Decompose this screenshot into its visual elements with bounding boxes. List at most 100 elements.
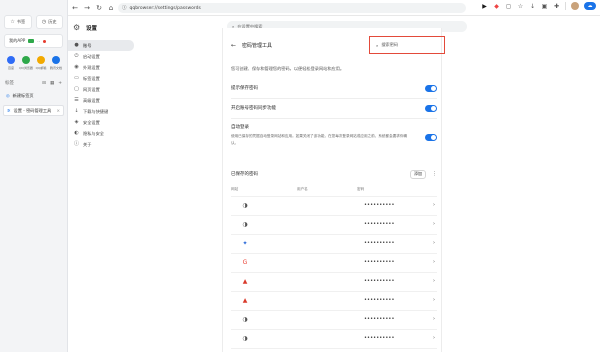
bookmarks-button[interactable]: ☆ 书签	[4, 15, 32, 29]
table-row[interactable]: G •••••••••• ›	[231, 253, 437, 271]
masked-password: ••••••••••	[364, 202, 395, 208]
table-row[interactable]: ✦ •••••••••• ›	[231, 234, 437, 252]
app-shortcut[interactable]: QQ邮箱	[35, 56, 47, 70]
saved-passwords-title: 已保存的密码	[231, 172, 258, 177]
chevron-right-icon[interactable]: ›	[433, 221, 435, 227]
masked-password: ••••••••••	[364, 297, 395, 303]
auto-signin-description: 使用已保存的凭据自动登录网站和应用。如果关闭了该功能，在您每次登录网站或应用之前…	[231, 134, 408, 145]
nav-item-security[interactable]: ◈ 安全设置	[68, 117, 134, 128]
password-manager-title: 密码管理工具	[242, 42, 273, 49]
chevron-right-icon[interactable]: ›	[433, 297, 435, 303]
tab-new-tab[interactable]: ◎ 新建标签页	[3, 90, 64, 101]
panel-top-buttons: ☆ 书签 ◷ 历史	[0, 0, 67, 29]
nav-label: 网页设置	[83, 86, 100, 92]
nav-label: 安全设置	[83, 119, 100, 125]
sync-toggle[interactable]	[425, 104, 437, 112]
chevron-right-icon[interactable]: ›	[433, 335, 435, 341]
nav-item-appearance[interactable]: ◉ 外观设置	[68, 62, 134, 73]
extension-icon[interactable]: ▶	[481, 3, 488, 10]
password-manager-panel: ← 密码管理工具 ⌕ 搜索密码 您可创建、保存和管理您的密码，以便轻松登录网站和…	[222, 28, 445, 352]
new-tab-favicon-icon: ◎	[6, 93, 10, 98]
globe-icon: ◑	[242, 202, 248, 209]
globe-icon: ◑	[242, 316, 248, 323]
masked-password: ••••••••••	[364, 259, 395, 265]
new-tab-icon[interactable]: +	[58, 81, 62, 86]
vertical-tab-panel: ☆ 书签 ◷ 历史 我的APP ·· 百度 QQ浏览器 QQ邮箱 腾讯文档 标签…	[0, 0, 68, 352]
app-shortcut[interactable]: 百度	[5, 56, 17, 70]
nav-label: 启动设置	[83, 53, 100, 59]
more-options-icon[interactable]: ⋮	[432, 171, 437, 177]
reader-icon[interactable]: ◻	[505, 3, 512, 10]
chevron-right-icon[interactable]: ›	[433, 259, 435, 265]
web-icon: ▢	[74, 86, 79, 92]
table-row[interactable]: ◑••••••••••›	[231, 348, 437, 352]
forward-arrow-icon[interactable]: →	[82, 4, 92, 12]
nav-item-web[interactable]: ▢ 网页设置	[68, 84, 134, 95]
chevron-right-icon[interactable]: ›	[433, 202, 435, 208]
nav-item-privacy[interactable]: ◐ 隐私与安全	[68, 128, 134, 139]
tab-group-icon[interactable]: ⊟	[42, 81, 46, 86]
column-username: 用户名	[297, 187, 308, 191]
history-button[interactable]: ◷ 历史	[35, 15, 63, 29]
avatar[interactable]	[571, 2, 579, 10]
address-bar[interactable]: ⓘ qqbrowser://settings/passwords	[118, 3, 466, 13]
password-description: 您可创建、保存和管理您的密码，以便轻松登录网站和应用。	[231, 66, 345, 71]
table-row[interactable]: ◑••••••••••›	[231, 215, 437, 233]
auto-signin-block: 自动登录 使用已保存的凭据自动登录网站和应用。如果关闭了该功能，在您每次登录网站…	[231, 124, 437, 147]
tools-icon[interactable]: ▣	[541, 3, 548, 10]
star-icon: ☆	[10, 19, 15, 25]
translate-icon[interactable]: ◆	[493, 3, 500, 10]
nav-item-downloads[interactable]: ↓ 下载与快捷键	[68, 106, 134, 117]
sync-row: 开启账号密码同步功能	[231, 102, 437, 114]
app-label: 腾讯文档	[50, 66, 63, 70]
tab-grid-icon[interactable]: ▦	[50, 81, 54, 86]
saved-passwords-header: 已保存的密码 添加 ⋮	[231, 167, 437, 181]
puzzle-icon[interactable]: ✚	[553, 3, 560, 10]
app-shortcut[interactable]: 腾讯文档	[50, 56, 62, 70]
settings-nav: ● 账号 ⏻ 启动设置 ◉ 外观设置 ▭ 标签设置 ▢ 网页设置 ☰ 高级设置 ↓ 下载与快捷…	[68, 40, 134, 352]
password-search-input[interactable]: ⌕ 搜索密码	[369, 36, 445, 54]
offer-save-label: 提示保存密码	[231, 86, 258, 91]
google-icon: G	[242, 259, 248, 266]
download-icon[interactable]: ↓	[529, 3, 536, 10]
home-icon[interactable]: ⌂	[106, 4, 116, 12]
power-icon: ⏻	[74, 53, 79, 59]
chevron-right-icon[interactable]: ›	[433, 278, 435, 284]
table-row[interactable]: ◑••••••••••›	[231, 329, 437, 347]
table-row[interactable]: ▲ •••••••••• ›	[231, 291, 437, 309]
back-arrow-icon[interactable]: ←	[231, 42, 236, 49]
chevron-right-icon[interactable]: ›	[433, 240, 435, 246]
nav-item-about[interactable]: ⓘ 关于	[68, 139, 134, 150]
masked-password: ••••••••••	[364, 335, 395, 341]
auto-signin-toggle[interactable]	[425, 134, 437, 141]
refresh-icon[interactable]: ↻	[94, 4, 104, 12]
mascot-icon: ▲	[242, 297, 248, 304]
password-table-header: 网站 用户名 密码	[231, 187, 437, 195]
nav-item-advanced[interactable]: ☰ 高级设置	[68, 95, 134, 106]
add-password-button[interactable]: 添加	[410, 169, 426, 179]
cloud-sync-icon[interactable]: ☁	[584, 2, 596, 10]
my-app-button[interactable]: 我的APP ··	[4, 34, 63, 48]
bookmark-star-icon[interactable]: ☆	[517, 3, 524, 10]
close-tab-icon[interactable]: ×	[56, 108, 60, 113]
tabs-label: 标签	[5, 81, 14, 86]
offer-save-toggle[interactable]	[425, 84, 437, 92]
app-label: QQ浏览器	[19, 66, 33, 70]
nav-label: 下载与快捷键	[83, 108, 109, 114]
back-arrow-icon[interactable]: ←	[70, 4, 80, 12]
chevron-right-icon[interactable]: ›	[433, 316, 435, 322]
table-row[interactable]: ◑ •••••••••• ›	[231, 196, 437, 214]
toolbar-right: ▶ ◆ ◻ ☆ ↓ ▣ ✚ ☁	[481, 2, 596, 10]
table-row[interactable]: ◑••••••••••›	[231, 310, 437, 328]
table-row[interactable]: ▲ •••••••••• ›	[231, 272, 437, 290]
app-docs-icon	[52, 56, 60, 64]
tab-settings-passwords[interactable]: ✲ 设置 - 密码管理工具 ×	[3, 105, 64, 116]
nav-item-account[interactable]: ● 账号	[68, 40, 134, 51]
wechat-badge-icon	[28, 39, 35, 43]
settings-favicon-icon: ✲	[7, 108, 11, 113]
nav-item-startup[interactable]: ⏻ 启动设置	[68, 51, 134, 62]
user-icon: ●	[74, 42, 79, 48]
nav-label: 高级设置	[83, 97, 100, 103]
nav-item-tabs[interactable]: ▭ 标签设置	[68, 73, 134, 84]
app-shortcut[interactable]: QQ浏览器	[19, 56, 33, 70]
